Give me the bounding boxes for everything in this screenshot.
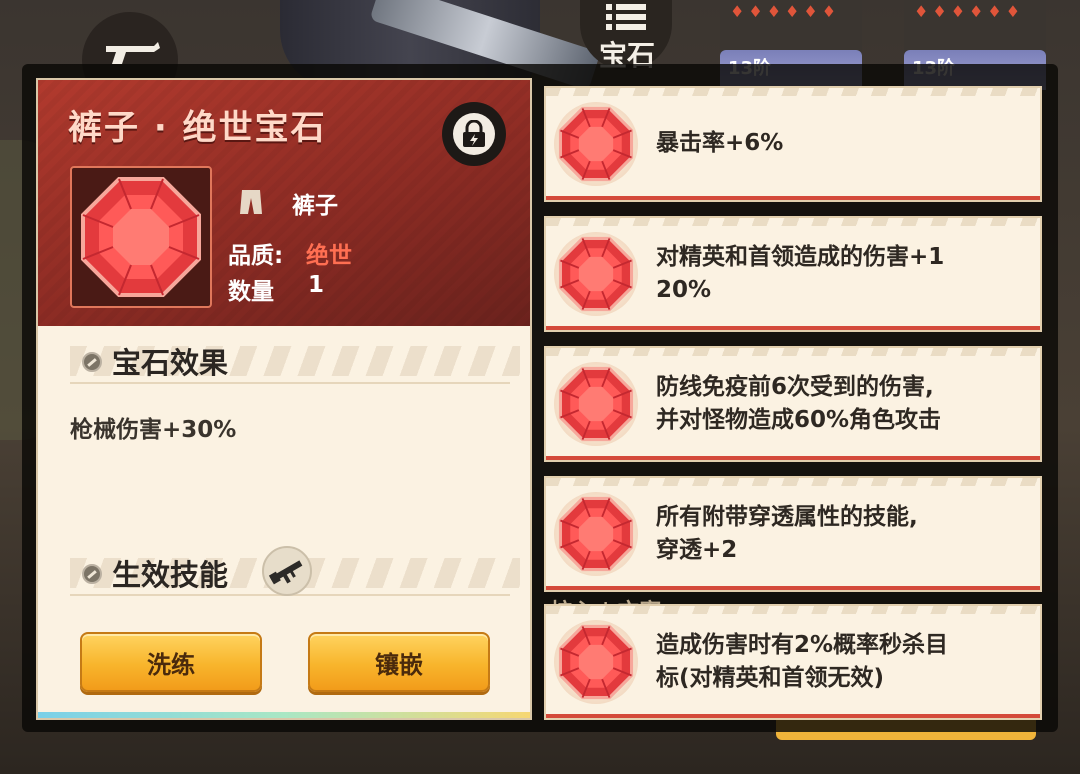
gem-option-description: 防线免疫前6次受到的伤害, 并对怪物造成60%角色攻击 [656,348,1028,460]
pistol-icon [106,42,160,64]
refine-button[interactable]: 洗练 [80,632,262,692]
gem-option-line: 对精英和首领造成的伤害+1 [656,243,945,270]
list-icon [606,4,646,30]
gem-option-line: 造成伤害时有2%概率秒杀目 [656,631,949,658]
gem-option-line: 20% [656,277,712,303]
quantity-label: 数量 [228,279,274,305]
gem-detail-header: 裤子 · 绝世宝石 裤子 品质: 绝世 数量 1 [38,80,530,326]
gem-title: 裤子 · 绝世宝石 [68,108,327,148]
gem-option-description: 所有附带穿透属性的技能, 穿透+2 [656,478,1028,590]
gem-option-icon-slot [554,492,638,576]
gem-option-icon-slot [554,620,638,704]
gem-option-line: 穿透+2 [656,537,738,563]
octagon-ruby-icon [558,496,634,572]
gem-option-line: 所有附带穿透属性的技能, [656,503,918,530]
gem-option-description: 暴击率+6% [656,88,1028,200]
gem-option-line: 标(对精英和首领无效) [656,665,885,691]
octagon-ruby-icon [558,236,634,312]
skill-section-title: 生效技能 [112,558,229,592]
gem-detail-panel: 裤子 · 绝世宝石 裤子 品质: 绝世 数量 1 宝石效果 枪械伤害+30% 生… [38,80,530,718]
effect-section-header: 宝石效果 [70,338,520,384]
section-bullet-icon [82,564,102,584]
gem-option-icon-slot [554,102,638,186]
gem-option-icon-slot [554,232,638,316]
gem-option-card[interactable]: 对精英和首领造成的伤害+1 20% [546,218,1040,330]
assault-rifle-icon [268,560,303,585]
inlay-button[interactable]: 镶嵌 [308,632,490,692]
gem-option-card[interactable]: 造成伤害时有2%概率秒杀目 标(对精英和首领无效) [546,606,1040,718]
gem-option-description: 对精英和首领造成的伤害+1 20% [656,218,1028,330]
panel-accent-bar [38,712,530,718]
effect-section-title: 宝石效果 [112,346,229,380]
octagon-ruby-icon [558,624,634,700]
lock-refresh-icon [463,120,485,147]
gem-option-icon-slot [554,362,638,446]
gem-option-line: 暴击率+6% [656,130,784,157]
gem-portrait [70,166,212,308]
gem-option-line: 防线免疫前6次受到的伤害, [656,373,934,400]
quality-label: 品质: [228,243,284,269]
octagon-ruby-icon [558,366,634,442]
gem-effect-text: 枪械伤害+30% [70,417,237,443]
quantity-value: 1 [308,272,325,298]
gem-option-card[interactable]: 防线免疫前6次受到的伤害, 并对怪物造成60%角色攻击 [546,348,1040,460]
gem-option-line: 并对怪物造成60%角色攻击 [656,407,942,433]
lock-button[interactable] [442,102,506,166]
rarity-diamonds: ♦♦♦♦♦♦ [914,2,1025,21]
gem-option-card[interactable]: 暴击率+6% [546,88,1040,200]
octagon-ruby-icon [81,177,201,297]
rarity-diamonds: ♦♦♦♦♦♦ [730,2,841,21]
skill-button[interactable] [262,546,312,596]
pants-icon [240,190,262,214]
gem-option-description: 造成伤害时有2%概率秒杀目 标(对精英和首领无效) [656,606,1028,718]
section-bullet-icon [82,352,102,372]
gem-option-card[interactable]: 所有附带穿透属性的技能, 穿透+2 [546,478,1040,590]
octagon-ruby-icon [558,106,634,182]
slot-name: 裤子 [292,193,338,219]
quality-value: 绝世 [306,243,352,269]
